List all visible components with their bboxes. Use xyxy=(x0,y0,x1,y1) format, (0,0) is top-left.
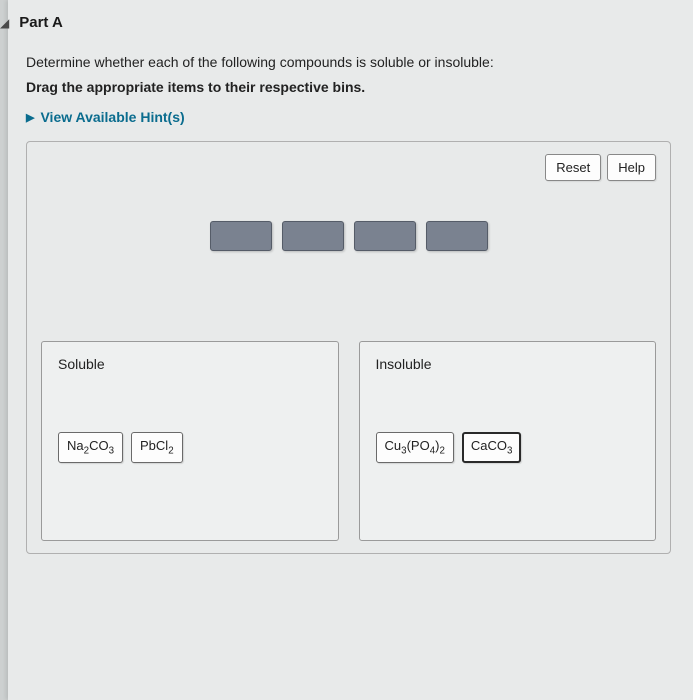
placeholder-chip[interactable] xyxy=(426,221,488,251)
placeholder-chip[interactable] xyxy=(282,221,344,251)
compound-chip-caco3[interactable]: CaCO3 xyxy=(462,432,522,463)
workspace-panel: Reset Help Soluble Na2CO3 PbCl2 xyxy=(26,141,671,554)
bin-label-insoluble: Insoluble xyxy=(376,356,640,372)
soluble-bin-contents: Na2CO3 PbCl2 xyxy=(58,432,322,463)
reset-button[interactable]: Reset xyxy=(545,154,601,181)
compound-chip-na2co3[interactable]: Na2CO3 xyxy=(58,432,123,463)
bin-label-soluble: Soluble xyxy=(58,356,322,372)
insoluble-bin-contents: Cu3(PO4)2 CaCO3 xyxy=(376,432,640,463)
collapse-arrow-icon: ◢ xyxy=(0,16,9,30)
part-title: Part A xyxy=(19,14,63,31)
workspace-toolbar: Reset Help xyxy=(41,154,656,181)
compound-chip-pbcl2[interactable]: PbCl2 xyxy=(131,432,183,463)
view-hints-toggle[interactable]: ▶ View Available Hint(s) xyxy=(26,109,671,125)
question-instructions: Determine whether each of the following … xyxy=(26,51,671,73)
placeholder-chip[interactable] xyxy=(210,221,272,251)
hints-label: View Available Hint(s) xyxy=(40,109,184,125)
part-header: ◢ Part A xyxy=(8,0,693,51)
compound-chip-cu3po42[interactable]: Cu3(PO4)2 xyxy=(376,432,454,463)
placeholder-chip[interactable] xyxy=(354,221,416,251)
insoluble-bin[interactable]: Insoluble Cu3(PO4)2 CaCO3 xyxy=(359,341,657,541)
page-container: ◢ Part A Determine whether each of the f… xyxy=(8,0,693,700)
bins-row: Soluble Na2CO3 PbCl2 Insoluble Cu3(PO4)2… xyxy=(41,341,656,541)
drag-instructions: Drag the appropriate items to their resp… xyxy=(26,79,671,95)
staging-area[interactable] xyxy=(41,211,656,271)
triangle-right-icon: ▶ xyxy=(26,111,34,124)
soluble-bin[interactable]: Soluble Na2CO3 PbCl2 xyxy=(41,341,339,541)
help-button[interactable]: Help xyxy=(607,154,656,181)
content-area: Determine whether each of the following … xyxy=(8,51,693,576)
